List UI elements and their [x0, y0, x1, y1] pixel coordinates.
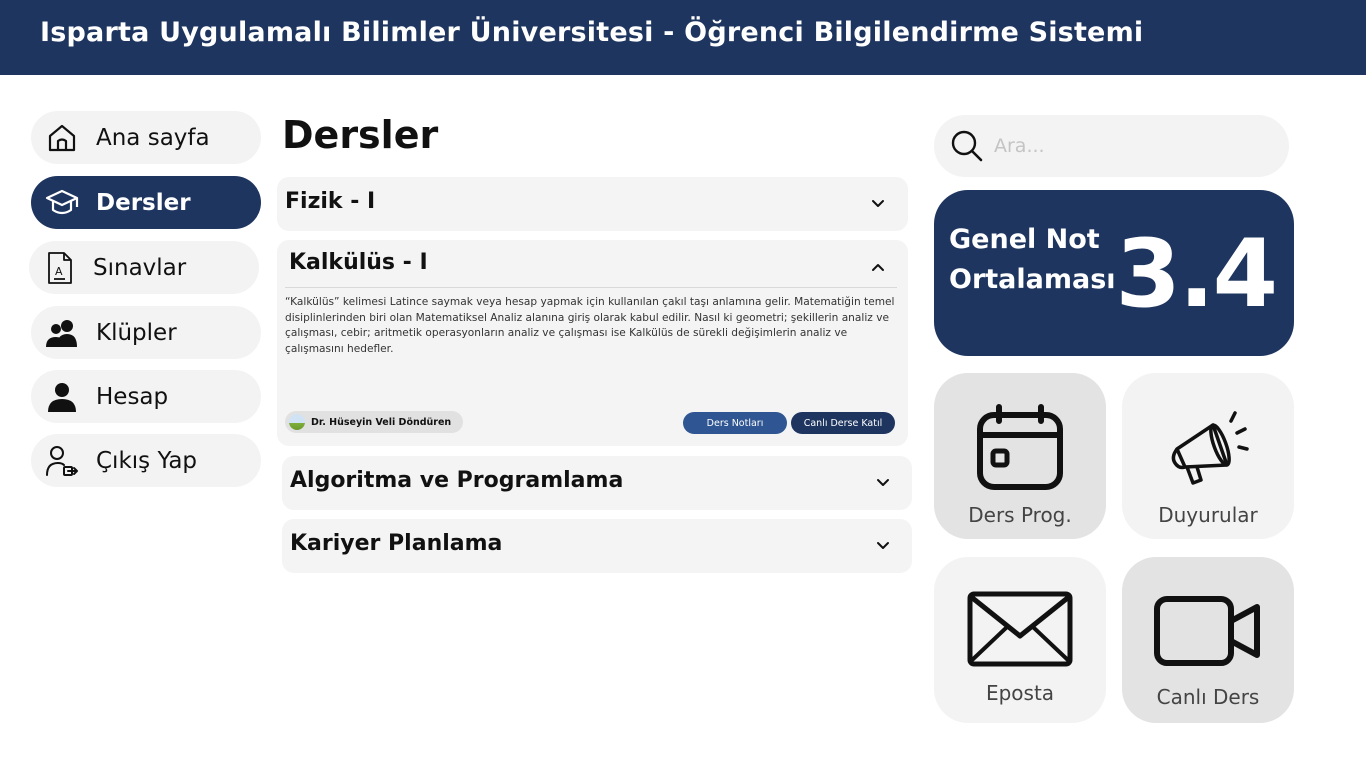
sidebar-item-courses[interactable]: Dersler [31, 176, 261, 229]
gpa-card: Genel Not Ortalaması 3.4 [934, 190, 1294, 356]
graduation-cap-icon [45, 186, 79, 220]
course-title: Algoritma ve Programlama [290, 468, 624, 493]
sidebar-item-account[interactable]: Hesap [31, 370, 261, 423]
course-title[interactable]: Kalkülüs - I [289, 250, 428, 275]
search-icon[interactable] [950, 129, 984, 163]
calendar-icon [977, 404, 1063, 490]
sidebar-item-home[interactable]: Ana sayfa [31, 111, 261, 164]
sidebar-item-label: Ana sayfa [96, 124, 210, 151]
course-description: “Kalkülüs” kelimesi Latince saymak veya … [285, 287, 897, 357]
logout-icon [45, 444, 79, 478]
svg-text:A: A [55, 265, 63, 278]
course-accordion-career[interactable]: Kariyer Planlama [282, 519, 912, 573]
page-title: Dersler [282, 113, 439, 157]
gpa-label: Genel Not Ortalaması [949, 224, 1116, 295]
sidebar-item-label: Hesap [96, 383, 169, 410]
sidebar-item-label: Dersler [96, 189, 191, 216]
tile-live-class[interactable]: Canlı Ders [1122, 557, 1294, 723]
exam-document-icon: A [43, 251, 77, 285]
app-title: Isparta Uygulamalı Bilimler Üniversitesi… [40, 17, 1144, 48]
sidebar-item-logout[interactable]: Çıkış Yap [31, 434, 261, 487]
sidebar-item-label: Sınavlar [93, 254, 187, 281]
user-icon [45, 380, 79, 414]
sidebar-item-label: Klüpler [96, 319, 177, 346]
tile-label: Canlı Ders [1156, 685, 1260, 709]
search-box [934, 115, 1289, 177]
avatar [289, 414, 305, 430]
chevron-down-icon [877, 542, 889, 549]
join-live-class-button[interactable]: Canlı Derse Katıl [791, 412, 895, 434]
tile-email[interactable]: Eposta [934, 557, 1106, 723]
course-accordion-algorithms[interactable]: Algoritma ve Programlama [282, 456, 912, 510]
video-camera-icon [1154, 596, 1260, 666]
envelope-icon [967, 591, 1073, 667]
megaphone-icon [1171, 411, 1249, 485]
tile-label: Eposta [985, 681, 1055, 705]
tile-schedule[interactable]: Ders Prog. [934, 373, 1106, 539]
sidebar-item-exams[interactable]: A Sınavlar [29, 241, 259, 294]
course-notes-button[interactable]: Ders Notları [683, 412, 787, 434]
tile-label: Duyurular [1158, 503, 1258, 527]
course-title: Fizik - I [285, 189, 376, 214]
tile-announcements[interactable]: Duyurular [1122, 373, 1294, 539]
home-icon [45, 121, 79, 155]
group-icon [45, 316, 79, 350]
course-accordion-physics[interactable]: Fizik - I [277, 177, 908, 231]
gpa-value: 3.4 [1115, 220, 1278, 329]
sidebar-item-clubs[interactable]: Klüpler [31, 306, 261, 359]
course-title: Kariyer Planlama [290, 531, 503, 556]
tile-label: Ders Prog. [968, 503, 1072, 527]
chevron-up-icon[interactable] [870, 259, 886, 275]
teacher-badge: Dr. Hüseyin Veli Döndüren [285, 411, 464, 433]
search-input[interactable] [994, 131, 1264, 161]
teacher-name: Dr. Hüseyin Veli Döndüren [311, 416, 452, 428]
sidebar-item-label: Çıkış Yap [96, 447, 198, 474]
chevron-down-icon [872, 200, 884, 207]
course-accordion-calculus: Kalkülüs - I “Kalkülüs” kelimesi Latince… [277, 240, 908, 446]
header-bar: Isparta Uygulamalı Bilimler Üniversitesi… [0, 0, 1366, 75]
chevron-down-icon [877, 479, 889, 486]
